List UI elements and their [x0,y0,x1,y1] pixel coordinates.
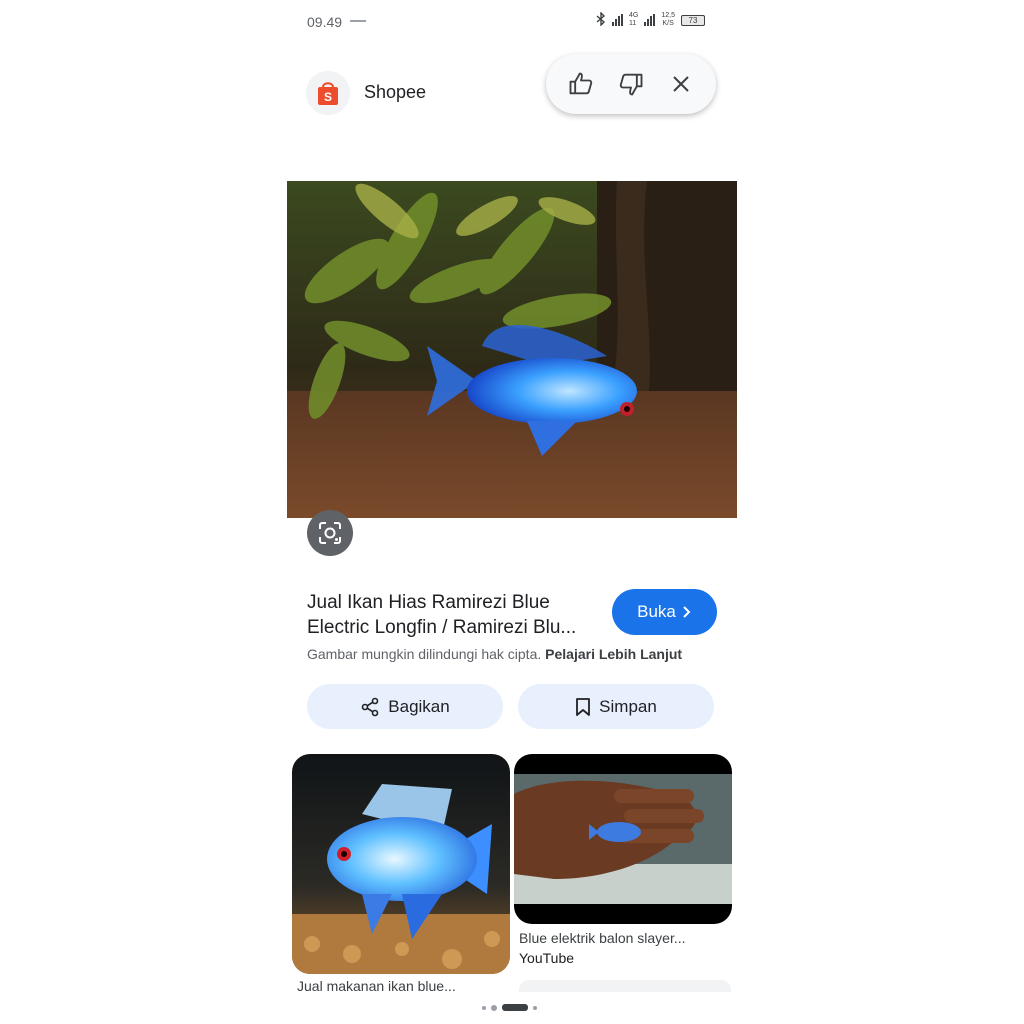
next-card-peek [519,980,731,992]
thumbs-up-icon[interactable] [563,66,599,102]
copyright-notice: Gambar mungkin dilindungi hak cipta. Pel… [307,646,682,662]
related-caption-1[interactable]: Jual makanan ikan blue... [297,978,497,992]
page-indicator [482,1004,537,1011]
learn-more-link[interactable]: Pelajari Lebih Lanjut [545,646,682,662]
result-image[interactable] [287,181,737,518]
bluetooth-icon [596,11,606,28]
result-title-line2: Electric Longfin / Ramirezi Blu... [307,617,577,638]
shopping-bag-icon: S [318,82,338,105]
save-button[interactable]: Simpan [518,684,714,729]
open-button[interactable]: Buka [612,589,717,635]
copyright-text: Gambar mungkin dilindungi hak cipta. [307,646,542,662]
related-site-2: YouTube [519,950,575,966]
svg-text:S: S [324,90,332,104]
lens-icon [319,522,341,544]
google-lens-button[interactable] [307,510,353,556]
bookmark-icon [576,697,591,716]
related-image-1[interactable] [292,754,510,974]
related-caption-2[interactable]: Blue elektrik balon slayer... [519,930,686,946]
source-name[interactable]: Shopee [364,82,426,103]
result-title[interactable]: Jual Ikan Hias Ramirezi Blue Electric Lo… [307,590,597,640]
status-indicator [350,20,366,22]
share-label: Bagikan [388,696,450,716]
thumbs-down-icon[interactable] [613,66,649,102]
result-title-line1: Jual Ikan Hias Ramirezi Blue [307,592,550,613]
feedback-bar [546,54,716,114]
network-speed: 12,5 K/S [661,12,675,27]
signal-icon-2 [644,14,656,26]
network-type: 4G 11 [629,12,639,27]
status-time: 09.49 [307,14,343,30]
open-button-label: Buka [637,602,676,621]
source-logo[interactable]: S [306,71,350,115]
battery-icon: 73 [680,14,705,26]
share-button[interactable]: Bagikan [307,684,503,729]
signal-icon [612,14,623,26]
related-image-2[interactable] [514,754,732,924]
share-icon [361,697,379,716]
status-icons: 4G 11 12,5 K/S 73 [596,11,705,28]
chevron-right-icon [683,606,691,618]
save-label: Simpan [599,696,657,716]
close-icon[interactable] [663,66,699,102]
